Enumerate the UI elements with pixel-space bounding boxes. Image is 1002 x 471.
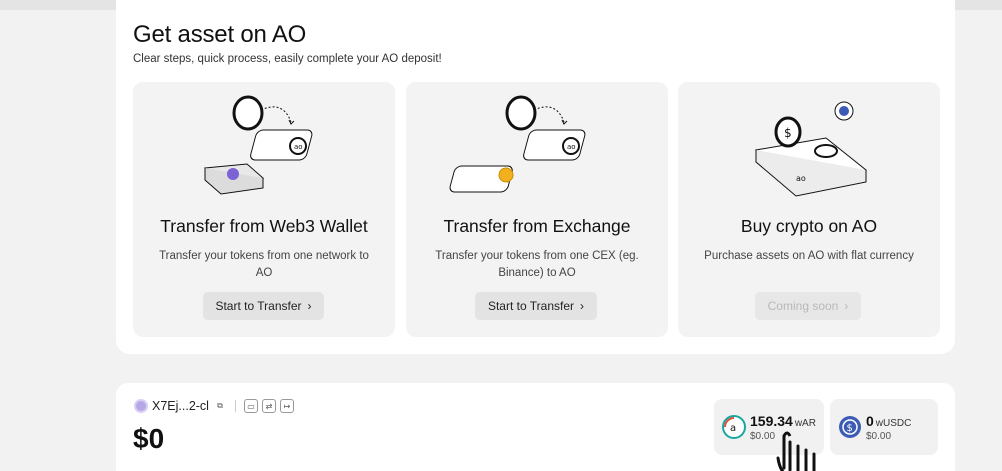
button-label: Coming soon	[767, 299, 839, 313]
coming-soon-button[interactable]: Coming soon ›	[755, 292, 861, 320]
card-web3-wallet: ao Transfer from Web3 Wallet Transfer yo…	[133, 82, 395, 337]
svg-text:ao: ao	[567, 143, 576, 151]
svg-text:a: a	[730, 423, 736, 434]
wallet-address-row: X7Ej...2-cl ⧉ ▭ ⇄ ↦	[134, 399, 294, 413]
avatar	[134, 399, 148, 413]
svg-text:ao: ao	[796, 174, 806, 183]
card-title: Buy crypto on AO	[740, 216, 878, 236]
card-description: Transfer your tokens from one network to…	[159, 250, 369, 279]
token-symbol: wUSDC	[875, 418, 912, 429]
svg-text:$: $	[784, 126, 792, 140]
chevron-right-icon: ›	[307, 299, 312, 313]
wallet-icon[interactable]: ▭	[243, 399, 258, 413]
button-label: Start to Transfer	[215, 299, 302, 313]
war-token-icon: a	[722, 415, 746, 439]
exchange-transfer-illustration: ao	[449, 95, 586, 193]
card-exchange: ao Transfer from Exchange Transfer your …	[406, 82, 668, 337]
card-description: Purchase assets on AO with flat currency	[704, 250, 914, 262]
svg-text:ao: ao	[294, 143, 303, 151]
divider	[234, 400, 236, 412]
wallet-transfer-illustration: ao	[203, 95, 313, 195]
card-title: Transfer from Web3 Wallet	[160, 216, 368, 236]
swap-icon[interactable]: ⇄	[261, 399, 276, 413]
button-label: Start to Transfer	[487, 299, 575, 313]
page-title: Get asset on AO	[133, 21, 307, 48]
token-amount: 0	[866, 413, 874, 429]
start-transfer-button[interactable]: Start to Transfer ›	[475, 292, 597, 320]
total-balance: $0	[133, 423, 165, 454]
chevron-right-icon: ›	[580, 299, 585, 313]
page-subtitle: Clear steps, quick process, easily compl…	[133, 53, 442, 65]
copy-icon[interactable]: ⧉	[213, 399, 227, 413]
start-transfer-button[interactable]: Start to Transfer ›	[203, 292, 324, 320]
card-title: Transfer from Exchange	[443, 216, 631, 236]
buy-crypto-illustration: $ ao	[754, 101, 868, 197]
token-amount: 159.34	[750, 413, 793, 429]
logout-icon[interactable]: ↦	[279, 399, 294, 413]
svg-text:$: $	[847, 423, 853, 434]
card-buy-crypto: $ ao Buy crypto on AO Purchase assets on…	[678, 82, 940, 337]
wallet-address: X7Ej...2-cl	[152, 399, 209, 413]
token-card-wusdc[interactable]: $ 0 wUSDC $0.00	[830, 399, 938, 455]
chevron-right-icon: ›	[844, 299, 849, 313]
usdc-token-icon: $	[839, 416, 861, 438]
hand-cursor-icon	[776, 431, 816, 471]
card-description: Transfer your tokens from one CEX (eg. B…	[435, 250, 639, 279]
token-usd-value: $0.00	[866, 431, 892, 442]
